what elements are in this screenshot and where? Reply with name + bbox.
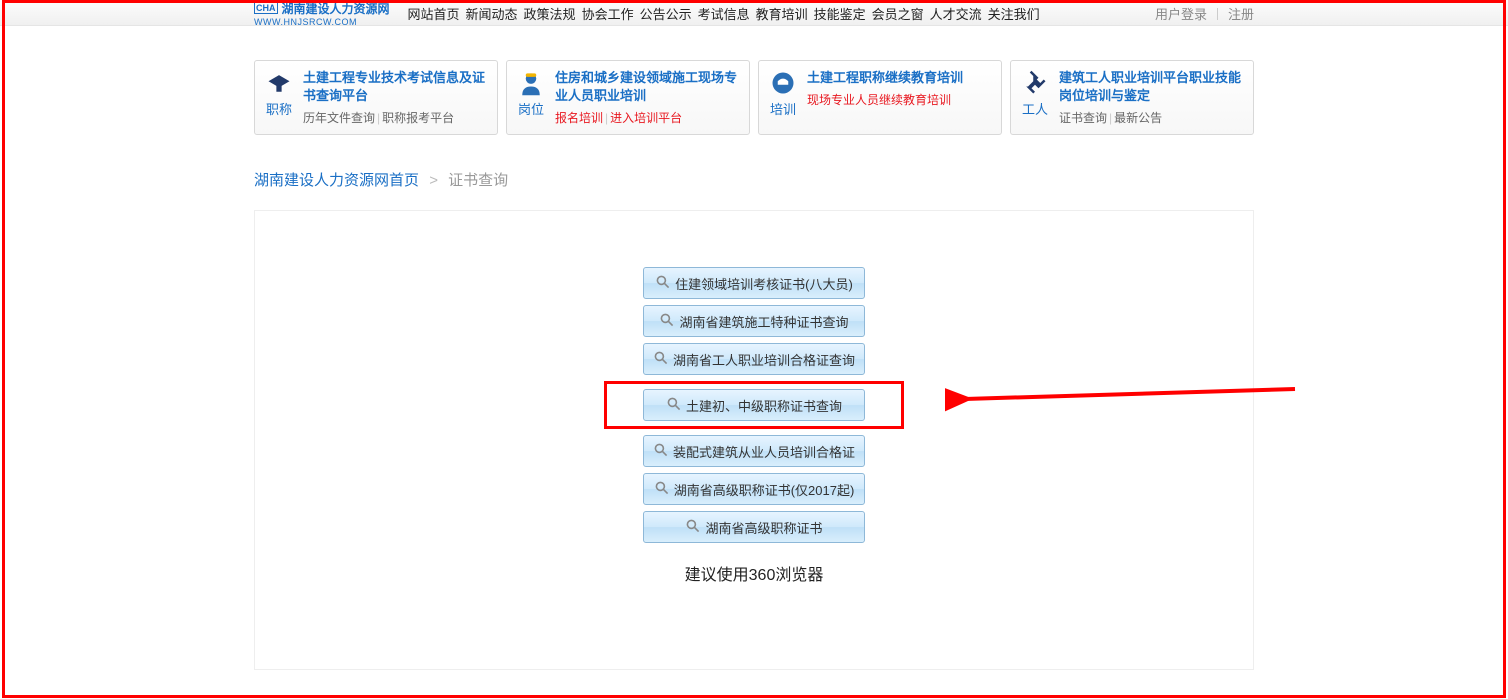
- card-icon: 工人: [1019, 69, 1051, 126]
- cert-query-label: 湖南省高级职称证书: [705, 518, 822, 537]
- nav-item[interactable]: 公告公示: [640, 4, 692, 23]
- card-sublink[interactable]: 报名培训: [555, 111, 603, 125]
- card-icon-label: 工人: [1022, 99, 1048, 118]
- feature-card: 岗位住房和城乡建设领域施工现场专业人员职业培训报名培训|进入培训平台: [506, 60, 750, 135]
- cert-query-label: 湖南省工人职业培训合格证查询: [673, 350, 855, 369]
- card-links: 报名培训|进入培训平台: [555, 109, 739, 126]
- card-sublink[interactable]: 历年文件查询: [303, 111, 375, 125]
- site-logo[interactable]: CHA 湖南建设人力资源网 WWW.HNJSRCW.COM: [254, 0, 390, 27]
- cert-query-button[interactable]: 装配式建筑从业人员培训合格证: [643, 435, 865, 467]
- feature-card: 职称土建工程专业技术考试信息及证书查询平台历年文件查询|职称报考平台: [254, 60, 498, 135]
- nav-item[interactable]: 政策法规: [524, 4, 576, 23]
- nav-item[interactable]: 技能鉴定: [814, 4, 866, 23]
- search-icon: [653, 442, 669, 461]
- card-links: 现场专业人员继续教育培训: [807, 91, 963, 108]
- card-links: 历年文件查询|职称报考平台: [303, 109, 487, 126]
- breadcrumb-current: 证书查询: [448, 172, 508, 189]
- login-link[interactable]: 用户登录: [1155, 4, 1207, 23]
- card-sublink[interactable]: 最新公告: [1114, 111, 1162, 125]
- feature-cards-row: 职称土建工程专业技术考试信息及证书查询平台历年文件查询|职称报考平台岗位住房和城…: [254, 60, 1254, 135]
- register-link[interactable]: 注册: [1228, 4, 1254, 23]
- breadcrumb-home[interactable]: 湖南建设人力资源网首页: [254, 172, 419, 189]
- nav-item[interactable]: 协会工作: [582, 4, 634, 23]
- browser-hint: 建议使用360浏览器: [255, 561, 1253, 585]
- nav-item[interactable]: 网站首页: [408, 4, 460, 23]
- card-title[interactable]: 土建工程专业技术考试信息及证书查询平台: [303, 69, 487, 105]
- cert-query-button[interactable]: 土建初、中级职称证书查询: [643, 389, 865, 421]
- search-icon: [653, 350, 669, 369]
- card-icon-label: 职称: [266, 99, 292, 118]
- cert-query-label: 住建领域培训考核证书(八大员): [675, 274, 853, 293]
- card-title[interactable]: 土建工程职称继续教育培训: [807, 69, 963, 87]
- cert-query-label: 湖南省高级职称证书(仅2017起): [674, 480, 855, 499]
- search-icon: [654, 480, 670, 499]
- nav-item[interactable]: 教育培训: [756, 4, 808, 23]
- content-panel: 住建领域培训考核证书(八大员) 湖南省建筑施工特种证书查询湖南省工人职业培训合格证…: [254, 210, 1254, 670]
- card-links: 证书查询|最新公告: [1059, 109, 1243, 126]
- breadcrumb-separator: >: [429, 172, 438, 189]
- search-icon: [666, 396, 682, 415]
- cert-query-button[interactable]: 湖南省建筑施工特种证书查询: [643, 305, 865, 337]
- nav-item[interactable]: 会员之窗: [872, 4, 924, 23]
- cert-query-label: 装配式建筑从业人员培训合格证: [673, 442, 855, 461]
- card-title[interactable]: 建筑工人职业培训平台职业技能岗位培训与鉴定: [1059, 69, 1243, 105]
- card-sublink[interactable]: 现场专业人员继续教育培训: [807, 93, 951, 107]
- card-title[interactable]: 住房和城乡建设领域施工现场专业人员职业培训: [555, 69, 739, 105]
- nav-item[interactable]: 关注我们: [988, 4, 1040, 23]
- cert-query-button[interactable]: 住建领域培训考核证书(八大员): [643, 267, 865, 299]
- search-icon: [655, 274, 671, 293]
- card-sublink[interactable]: 证书查询: [1059, 111, 1107, 125]
- annotation-highlight-box: 土建初、中级职称证书查询: [604, 381, 904, 429]
- nav-item[interactable]: 考试信息: [698, 4, 750, 23]
- breadcrumb: 湖南建设人力资源网首页 > 证书查询: [254, 169, 1254, 190]
- logo-url: WWW.HNJSRCW.COM: [254, 17, 390, 27]
- nav-item[interactable]: 人才交流: [930, 4, 982, 23]
- card-icon: 职称: [263, 69, 295, 126]
- logo-badge: CHA: [254, 2, 278, 14]
- auth-separator: [1217, 8, 1218, 20]
- cert-query-button[interactable]: 湖南省高级职称证书(仅2017起): [643, 473, 865, 505]
- logo-text: 湖南建设人力资源网: [282, 0, 390, 17]
- card-sublink[interactable]: 进入培训平台: [610, 111, 682, 125]
- feature-card: 工人建筑工人职业培训平台职业技能岗位培训与鉴定证书查询|最新公告: [1010, 60, 1254, 135]
- auth-links: 用户登录 注册: [1155, 4, 1254, 23]
- cert-query-button[interactable]: 湖南省工人职业培训合格证查询: [643, 343, 865, 375]
- topbar: CHA 湖南建设人力资源网 WWW.HNJSRCW.COM 网站首页新闻动态政策…: [0, 0, 1508, 26]
- card-icon-label: 岗位: [518, 99, 544, 118]
- cert-query-label: 土建初、中级职称证书查询: [686, 396, 842, 415]
- cert-query-label: 湖南省建筑施工特种证书查询: [679, 312, 848, 331]
- main-nav: 网站首页新闻动态政策法规协会工作公告公示考试信息教育培训技能鉴定会员之窗人才交流…: [408, 4, 1040, 23]
- card-icon: 培训: [767, 69, 799, 126]
- search-icon: [685, 518, 701, 537]
- search-icon: [659, 312, 675, 331]
- card-icon: 岗位: [515, 69, 547, 126]
- cert-query-button[interactable]: 湖南省高级职称证书: [643, 511, 865, 543]
- card-icon-label: 培训: [770, 99, 796, 118]
- card-sublink[interactable]: 职称报考平台: [382, 111, 454, 125]
- nav-item[interactable]: 新闻动态: [466, 4, 518, 23]
- feature-card: 培训土建工程职称继续教育培训现场专业人员继续教育培训: [758, 60, 1002, 135]
